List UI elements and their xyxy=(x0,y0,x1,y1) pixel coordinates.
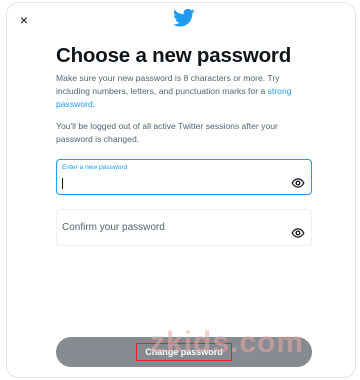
new-password-field[interactable]: Enter a new password xyxy=(56,159,312,195)
change-password-button[interactable]: Change password xyxy=(56,337,312,367)
new-password-input[interactable] xyxy=(62,176,288,190)
description: Make sure your new password is 8 charact… xyxy=(56,72,312,111)
text-caret xyxy=(62,178,63,189)
close-button[interactable]: × xyxy=(14,10,34,30)
eye-icon[interactable] xyxy=(291,176,305,190)
description-text: Make sure your new password is 8 charact… xyxy=(56,73,280,96)
twitter-bird-icon xyxy=(173,8,195,27)
close-icon[interactable]: × xyxy=(20,13,28,27)
change-password-label: Change password xyxy=(136,343,232,361)
logout-note: You'll be logged out of all active Twitt… xyxy=(56,121,278,144)
confirm-password-label: Confirm your password xyxy=(62,222,165,233)
description-end: . xyxy=(92,99,96,109)
new-password-label: Enter a new password xyxy=(62,164,128,171)
confirm-password-field[interactable]: Confirm your password xyxy=(56,209,312,246)
page-title: Choose a new password xyxy=(56,44,292,67)
eye-icon[interactable] xyxy=(291,226,305,240)
dialog-content: Choose a new password Make sure your new… xyxy=(56,43,312,146)
